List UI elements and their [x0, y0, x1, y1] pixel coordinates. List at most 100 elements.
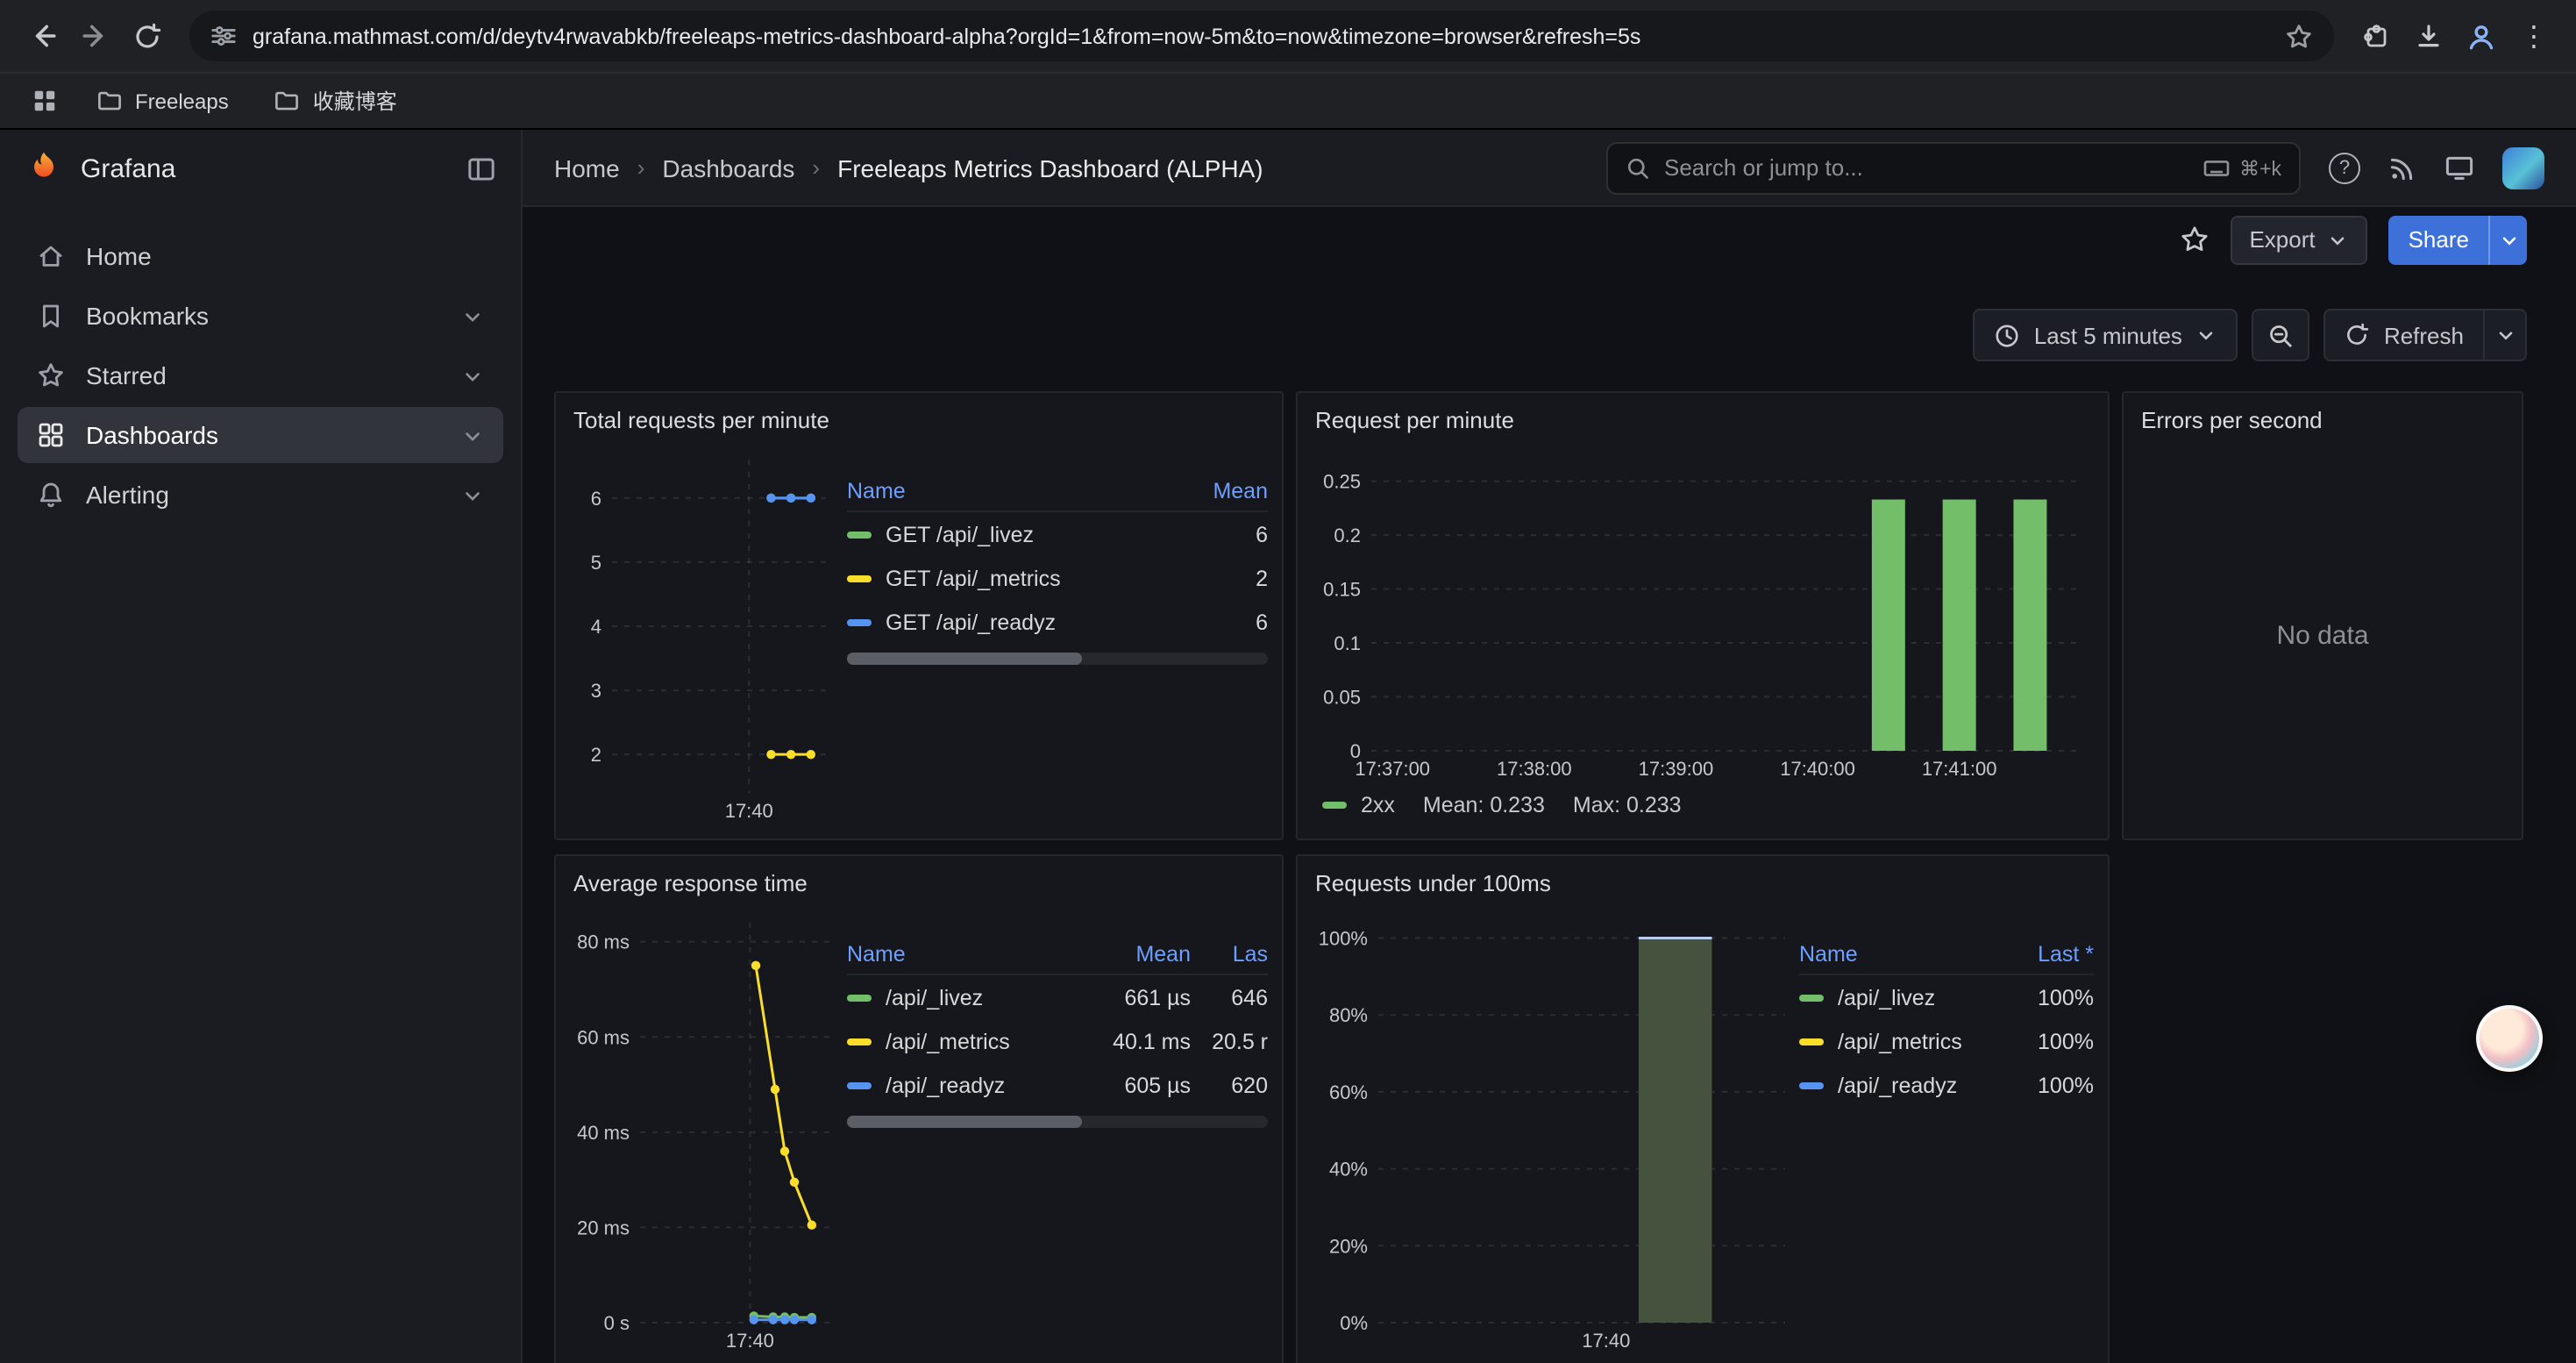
- site-settings-icon[interactable]: [210, 23, 237, 49]
- refresh-interval-button[interactable]: [2483, 310, 2525, 360]
- grafana-logo-icon[interactable]: [25, 149, 63, 188]
- legend-row[interactable]: /api/_readyz 605 µs 620: [847, 1063, 1268, 1107]
- export-button[interactable]: Export: [2230, 215, 2367, 264]
- legend-row[interactable]: GET /api/_readyz 6: [847, 600, 1268, 644]
- panel-requests-under-100ms: Requests under 100ms 100%80%60%40%20%0%1…: [1296, 854, 2110, 1363]
- legend-max-value: Max: 0.233: [1573, 793, 1682, 817]
- bookmark-folder-blogs[interactable]: 收藏博客: [260, 81, 411, 121]
- panel-title[interactable]: Request per minute: [1298, 393, 2108, 446]
- sidebar-item-home[interactable]: Home: [18, 228, 503, 284]
- news-rss-icon[interactable]: [2388, 153, 2416, 182]
- chevron-down-icon[interactable]: [461, 483, 484, 506]
- legend-row[interactable]: /api/_metrics 100%: [1799, 1019, 2094, 1063]
- legend-row[interactable]: /api/_metrics 40.1 ms 20.5 r: [847, 1019, 1268, 1063]
- favorite-star-icon[interactable]: [2179, 225, 2209, 254]
- legend-table: Name Mean GET /api/_livez 6 GET /api/_me…: [847, 446, 1268, 824]
- panel-title[interactable]: Total requests per minute: [556, 393, 1282, 446]
- series-name[interactable]: GET /api/_livez: [886, 522, 1034, 546]
- sidebar-item-starred[interactable]: Starred: [18, 347, 503, 403]
- breadcrumb-home[interactable]: Home: [554, 153, 620, 182]
- url-text[interactable]: grafana.mathmast.com/d/deytv4rwavabkb/fr…: [253, 24, 2269, 48]
- keyboard-icon: [2202, 153, 2231, 182]
- refresh-button[interactable]: Refresh: [2326, 310, 2483, 360]
- panel-body: No data: [2124, 446, 2522, 838]
- series-name[interactable]: /api/_readyz: [886, 1073, 1005, 1097]
- sidebar-item-bookmarks[interactable]: Bookmarks: [18, 288, 503, 344]
- legend-header-mean[interactable]: Mean: [1068, 941, 1191, 966]
- panel-title[interactable]: Errors per second: [2124, 393, 2522, 446]
- sidebar-item-dashboards[interactable]: Dashboards: [18, 407, 503, 463]
- downloads-button[interactable]: [2404, 11, 2453, 61]
- svg-text:40 ms: 40 ms: [577, 1122, 630, 1144]
- clock-icon: [1994, 322, 2020, 348]
- help-icon[interactable]: ?: [2329, 152, 2360, 183]
- search-box[interactable]: ⌘+k: [1606, 141, 2301, 194]
- forward-button[interactable]: [70, 11, 119, 61]
- back-button[interactable]: [18, 11, 67, 61]
- legend-header-last[interactable]: Last *: [1992, 941, 2094, 966]
- zoom-out-button[interactable]: [2252, 309, 2310, 361]
- legend-row[interactable]: /api/_readyz 100%: [1799, 1063, 2094, 1107]
- series-name[interactable]: GET /api/_readyz: [886, 610, 1056, 634]
- svg-text:17:40: 17:40: [726, 1330, 774, 1352]
- legend-row[interactable]: /api/_livez 661 µs 646: [847, 975, 1268, 1019]
- series-last-value: 100%: [1992, 1073, 2094, 1097]
- extensions-icon[interactable]: [2352, 11, 2401, 61]
- scrollbar-thumb[interactable]: [847, 653, 1083, 665]
- share-button[interactable]: Share: [2389, 215, 2488, 264]
- series-name[interactable]: GET /api/_metrics: [886, 566, 1061, 590]
- legend-series-2xx[interactable]: 2xx: [1322, 793, 1395, 817]
- monitor-icon[interactable]: [2444, 153, 2474, 182]
- sidebar-item-alerting[interactable]: Alerting: [18, 467, 503, 523]
- chevron-down-icon: [2196, 325, 2217, 346]
- reload-button[interactable]: [123, 11, 172, 61]
- legend-scrollbar[interactable]: [847, 1116, 1268, 1128]
- assistant-avatar-widget[interactable]: [2476, 1005, 2543, 1072]
- time-controls-row: Last 5 minutes Refresh: [523, 272, 2576, 361]
- scrollbar-thumb[interactable]: [847, 1116, 1083, 1128]
- search-shortcut: ⌘+k: [2202, 153, 2281, 182]
- legend-row[interactable]: GET /api/_livez 6: [847, 512, 1268, 556]
- svg-text:6: 6: [591, 488, 601, 510]
- chevron-down-icon[interactable]: [461, 304, 484, 327]
- panel-title[interactable]: Average response time: [556, 856, 1282, 909]
- series-name[interactable]: /api/_livez: [886, 985, 983, 1010]
- series-name[interactable]: /api/_livez: [1838, 985, 1935, 1010]
- sidebar-logo-row: Grafana: [0, 130, 521, 207]
- bar-chart: 0.250.20.150.10.05017:37:0017:38:0017:39…: [1312, 446, 2094, 782]
- share-menu-button[interactable]: [2488, 215, 2527, 264]
- series-name[interactable]: /api/_metrics: [1838, 1029, 1962, 1053]
- legend-header-name[interactable]: Name: [1799, 941, 1992, 966]
- legend-header-name[interactable]: Name: [847, 478, 1166, 503]
- sidebar-item-label: Dashboards: [86, 421, 218, 449]
- breadcrumb: Home › Dashboards › Freeleaps Metrics Da…: [554, 153, 1263, 182]
- legend-header-name[interactable]: Name: [847, 941, 1068, 966]
- series-color-dash: [847, 994, 872, 1001]
- sidebar-collapse-icon[interactable]: [466, 153, 496, 183]
- browser-menu-button[interactable]: ⋮: [2509, 11, 2558, 61]
- series-name[interactable]: /api/_metrics: [886, 1029, 1010, 1053]
- legend-row[interactable]: /api/_livez 100%: [1799, 975, 2094, 1019]
- legend-row[interactable]: GET /api/_metrics 2: [847, 556, 1268, 600]
- user-avatar[interactable]: [2502, 146, 2544, 189]
- chevron-down-icon[interactable]: [461, 424, 484, 446]
- browser-chrome: grafana.mathmast.com/d/deytv4rwavabkb/fr…: [0, 0, 2576, 130]
- breadcrumb-separator: ›: [812, 154, 820, 181]
- apps-grid-icon[interactable]: [25, 88, 65, 114]
- breadcrumb-dashboards[interactable]: Dashboards: [662, 153, 794, 182]
- search-input[interactable]: [1664, 154, 2188, 181]
- time-range-picker[interactable]: Last 5 minutes: [1973, 309, 2238, 361]
- svg-text:20 ms: 20 ms: [577, 1217, 630, 1238]
- panel-title[interactable]: Requests under 100ms: [1298, 856, 2108, 909]
- legend-header-last[interactable]: Las: [1191, 941, 1268, 966]
- legend-header-mean[interactable]: Mean: [1166, 478, 1268, 503]
- url-bar[interactable]: grafana.mathmast.com/d/deytv4rwavabkb/fr…: [189, 11, 2334, 61]
- profile-button[interactable]: [2457, 11, 2506, 61]
- bookmark-star-icon[interactable]: [2285, 22, 2313, 50]
- bookmark-folder-freeleaps[interactable]: Freeleaps: [82, 82, 243, 119]
- breadcrumb-separator: ›: [637, 154, 645, 181]
- legend-scrollbar[interactable]: [847, 653, 1268, 665]
- chevron-down-icon[interactable]: [461, 364, 484, 387]
- series-name[interactable]: /api/_readyz: [1838, 1073, 1957, 1097]
- browser-toolbar: grafana.mathmast.com/d/deytv4rwavabkb/fr…: [0, 0, 2576, 72]
